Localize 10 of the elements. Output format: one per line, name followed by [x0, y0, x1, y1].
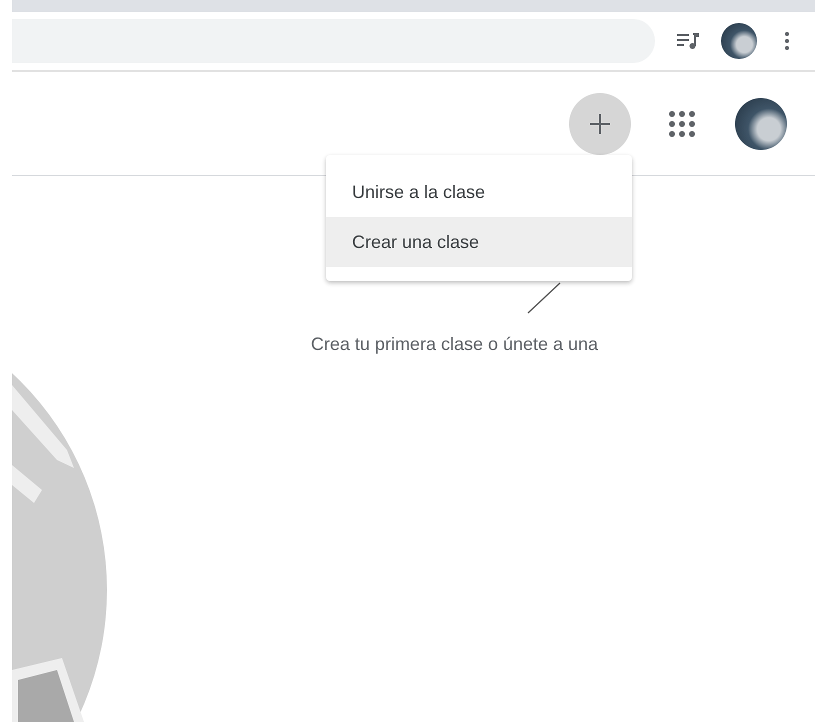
pencil-stroke — [527, 282, 561, 314]
playlist-icon[interactable] — [677, 33, 699, 49]
apps-grid-icon[interactable] — [669, 110, 695, 136]
account-avatar[interactable] — [735, 98, 787, 150]
menu-item[interactable]: Crear una clase — [326, 217, 632, 267]
profile-avatar[interactable] — [721, 23, 757, 59]
more-icon[interactable] — [785, 32, 789, 50]
menu-item[interactable]: Unirse a la clase — [326, 167, 632, 217]
plus-icon — [590, 114, 610, 134]
empty-state-message: Crea tu primera clase o únete a una — [310, 334, 598, 356]
